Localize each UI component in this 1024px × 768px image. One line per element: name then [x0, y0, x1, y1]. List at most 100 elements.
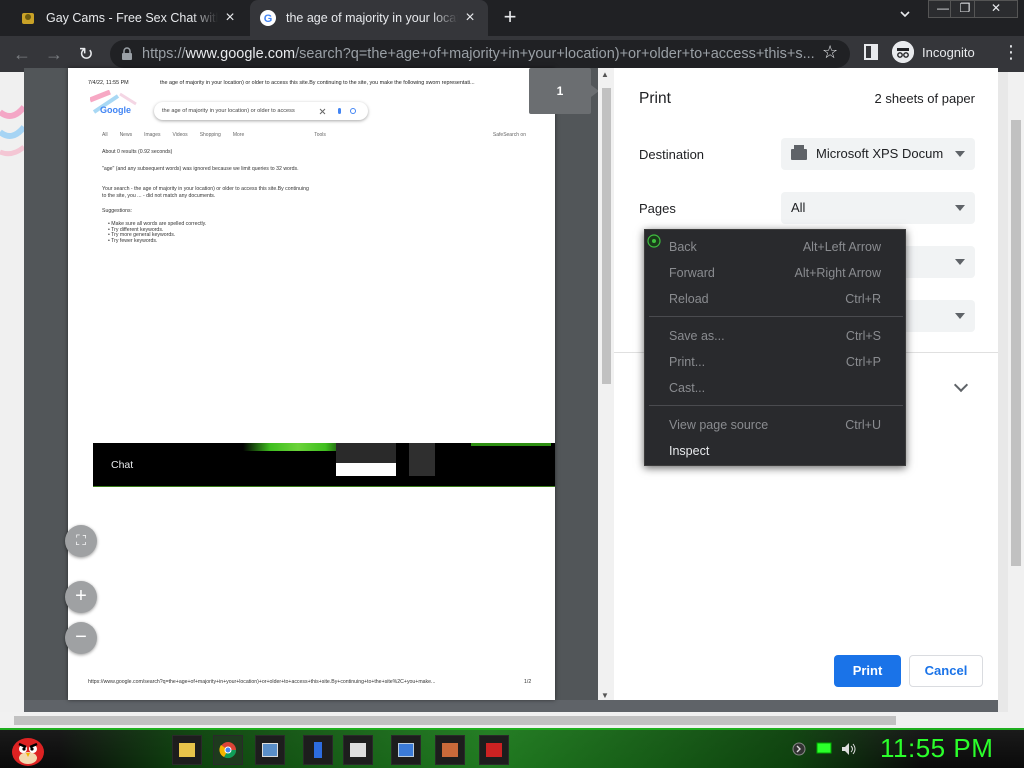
- zoom-out-icon[interactable]: −: [65, 622, 97, 654]
- search-tab-images: Images: [144, 132, 161, 138]
- preview-sheet: 7/4/22, 11:55 PM the age of majority in …: [68, 68, 555, 700]
- page-scrollbar[interactable]: [1008, 72, 1024, 728]
- menu-item-label: Save as...: [669, 329, 725, 343]
- browser-window-icon[interactable]: [391, 735, 421, 765]
- print-button[interactable]: Print: [834, 655, 901, 687]
- printer-icon: [791, 145, 807, 161]
- menu-item-print[interactable]: Print... Ctrl+P: [645, 349, 905, 375]
- incognito-icon: [892, 41, 914, 63]
- menu-item-forward[interactable]: Forward Alt+Right Arrow: [645, 260, 905, 286]
- sheet-header-date: 7/4/22, 11:55 PM: [88, 80, 129, 86]
- menu-item-label: Inspect: [669, 444, 710, 458]
- search-tab-shopping: Shopping: [199, 132, 221, 138]
- address-bar[interactable]: https://www.google.com/search?q=the+age+…: [110, 40, 850, 68]
- site-favicon-icon: [20, 10, 36, 26]
- sheet-page-number: 1/2: [524, 679, 532, 685]
- menu-item-view-source[interactable]: View page source Ctrl+U: [645, 412, 905, 438]
- page-scroll-thumb[interactable]: [1011, 120, 1021, 566]
- bookmark-star-icon[interactable]: ☆: [822, 42, 838, 63]
- cancel-button[interactable]: Cancel: [909, 655, 983, 687]
- lock-icon[interactable]: [120, 47, 134, 61]
- menu-item-shortcut: Ctrl+P: [845, 355, 881, 369]
- games-icon[interactable]: [435, 735, 465, 765]
- menu-item-cast[interactable]: Cast...: [645, 375, 905, 401]
- destination-value: Microsoft XPS Docum: [816, 146, 944, 161]
- menu-item-save-as[interactable]: Save as... Ctrl+S: [645, 323, 905, 349]
- new-tab-button[interactable]: +: [498, 6, 522, 30]
- chat-bar-white-block: [336, 463, 396, 476]
- safesearch-label: SafeSearch on: [492, 132, 526, 138]
- tab-search-chevron-icon[interactable]: [896, 8, 914, 26]
- phone-icon[interactable]: [303, 735, 333, 765]
- url-text: https://www.google.com/search?q=the+age+…: [142, 46, 815, 62]
- fit-to-page-icon[interactable]: ⛶: [65, 525, 97, 557]
- tab-close-icon[interactable]: ×: [462, 9, 478, 27]
- preview-scrollbar[interactable]: ▲ ▼: [598, 68, 614, 700]
- no-match-line-2: to the site, you ... - did not match any…: [102, 193, 216, 199]
- photo-viewer-icon[interactable]: [255, 735, 285, 765]
- menu-item-reload[interactable]: Reload Ctrl+R: [645, 286, 905, 312]
- side-panel-icon[interactable]: [864, 44, 878, 60]
- chat-bar-overlay: Chat: [93, 443, 555, 487]
- tab-gay-cams[interactable]: Gay Cams - Free Sex Chat with Se ×: [10, 0, 248, 36]
- horizontal-scrollbar[interactable]: [0, 712, 1008, 728]
- horizontal-scroll-thumb[interactable]: [14, 716, 896, 725]
- menu-item-back[interactable]: Back Alt+Left Arrow: [645, 234, 905, 260]
- monitor-tray-icon[interactable]: [816, 742, 832, 756]
- ignored-note: "age" (and any subsequent words) was ign…: [102, 166, 299, 172]
- menu-item-shortcut: Alt+Right Arrow: [794, 266, 882, 280]
- incognito-indicator[interactable]: Incognito: [892, 40, 975, 64]
- print-title: Print: [639, 90, 671, 107]
- menu-item-shortcut: Ctrl+S: [845, 329, 881, 343]
- suggestions-label: Suggestions:: [102, 208, 132, 214]
- more-settings-chevron-icon[interactable]: [953, 377, 969, 393]
- network-tray-icon[interactable]: [792, 742, 806, 756]
- start-button-icon[interactable]: [8, 730, 48, 768]
- tab-title: the age of majority in your locati: [286, 11, 458, 25]
- zoom-in-icon[interactable]: +: [65, 581, 97, 613]
- menu-item-label: Back: [669, 240, 697, 254]
- reload-icon[interactable]: ↻: [74, 42, 98, 66]
- volume-tray-icon[interactable]: [841, 742, 856, 756]
- google-logo: Google: [100, 105, 131, 115]
- pages-select[interactable]: All: [781, 192, 975, 224]
- menu-separator: [649, 405, 903, 406]
- menu-kebab-icon[interactable]: ⋮: [1002, 42, 1020, 63]
- tab-strip: Gay Cams - Free Sex Chat with Se × G the…: [0, 0, 1024, 36]
- menu-separator: [649, 316, 903, 317]
- google-favicon-icon: G: [260, 10, 276, 26]
- no-match-line-1: Your search - the age of majority in you…: [102, 186, 309, 192]
- suggestions-list: • Make sure all words are spelled correc…: [108, 221, 206, 244]
- sheet-count: 2 sheets of paper: [874, 91, 975, 106]
- pages-label: Pages: [639, 201, 676, 216]
- taskbar-clock[interactable]: 11:55 PM: [880, 733, 993, 764]
- toolbox-icon[interactable]: [479, 735, 509, 765]
- chat-bar-dark-block: [336, 443, 396, 463]
- dropdown-caret-icon: [955, 205, 965, 211]
- dropdown-caret-icon: [955, 151, 965, 157]
- mouse-cursor-icon: [644, 229, 664, 249]
- search-tab-all: All: [102, 132, 108, 138]
- search-tab-more: More: [232, 132, 245, 138]
- tab-close-icon[interactable]: ×: [222, 9, 238, 27]
- chrome-icon[interactable]: [213, 735, 243, 765]
- menu-item-label: View page source: [669, 418, 769, 432]
- destination-select[interactable]: Microsoft XPS Docum: [781, 138, 975, 170]
- print-preview: 7/4/22, 11:55 PM the age of majority in …: [24, 68, 614, 700]
- screen: Gay Cams - Free Sex Chat with Se × G the…: [0, 0, 1024, 768]
- underlying-page-left: [0, 72, 24, 722]
- search-tab-news: News: [119, 132, 133, 138]
- window-close-button[interactable]: ✕: [974, 0, 1018, 18]
- scroll-up-arrow-icon[interactable]: ▲: [601, 70, 609, 79]
- menu-item-shortcut: Alt+Left Arrow: [802, 240, 881, 254]
- chat-label: Chat: [111, 459, 134, 471]
- file-manager-icon[interactable]: [172, 735, 202, 765]
- back-icon[interactable]: ←: [10, 42, 34, 66]
- menu-item-label: Forward: [669, 266, 715, 280]
- scroll-down-arrow-icon[interactable]: ▼: [601, 691, 609, 700]
- forward-icon[interactable]: →: [42, 42, 66, 66]
- menu-item-inspect[interactable]: Inspect: [645, 438, 905, 464]
- media-player-icon[interactable]: [343, 735, 373, 765]
- tab-google-search[interactable]: G the age of majority in your locati ×: [250, 0, 488, 36]
- preview-scroll-thumb[interactable]: [602, 88, 611, 384]
